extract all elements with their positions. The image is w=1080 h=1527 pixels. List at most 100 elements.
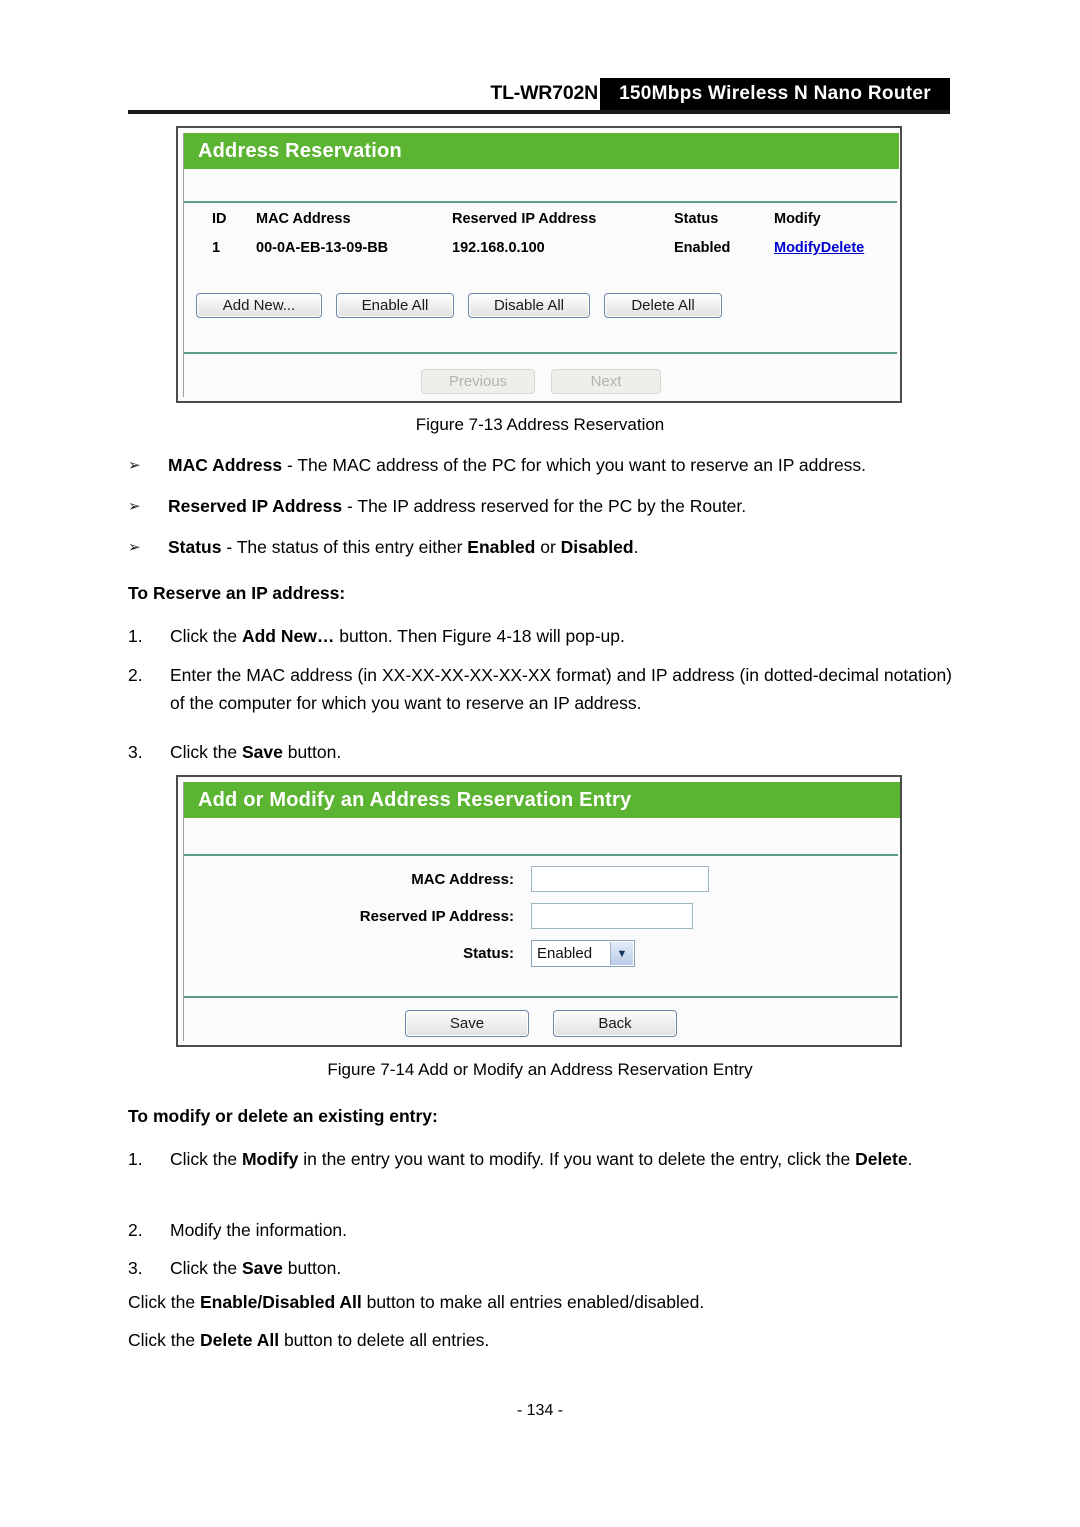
reserve-step-1-text: Click the Add New… button. Then Figure 4… xyxy=(170,622,952,650)
panel1-pagination: Previous Next xyxy=(184,369,898,394)
form-row-reserved-ip: Reserved IP Address: xyxy=(184,903,898,940)
closing-1-pre: Click the xyxy=(128,1330,200,1350)
header-divider-rule xyxy=(128,110,950,114)
panel1-button-row: Add New... Enable All Disable All Delete… xyxy=(196,293,722,318)
next-button[interactable]: Next xyxy=(551,369,661,394)
page-number: - 134 - xyxy=(516,1402,564,1419)
bullet-arrow-icon: ➢ xyxy=(128,539,141,556)
modify-step-2-text: Modify the information. xyxy=(170,1220,348,1240)
label-mac-address: MAC Address: xyxy=(411,871,514,888)
bullet-desc-mac: The MAC address of the PC for which you … xyxy=(297,455,867,475)
save-button[interactable]: Save xyxy=(405,1010,529,1037)
cell-status: Enabled xyxy=(674,240,731,256)
enable-all-button[interactable]: Enable All xyxy=(336,293,454,318)
cell-ip: 192.168.0.100 xyxy=(452,240,545,256)
bullet-status-text: Status - The status of this entry either… xyxy=(168,537,952,558)
bullet-mac-address-text: MAC Address - The MAC address of the PC … xyxy=(168,455,952,476)
header-product-banner: 150Mbps Wireless N Nano Router xyxy=(600,78,950,110)
previous-button[interactable]: Previous xyxy=(421,369,535,394)
reserve-step-3: 3. Click the Save button. xyxy=(128,738,952,766)
closing-paragraph-delete-all: Click the Delete All button to delete al… xyxy=(128,1330,952,1351)
section-heading-reserve-ip: To Reserve an IP address: xyxy=(128,583,346,603)
figure-7-14-caption: Figure 7-14 Add or Modify an Address Res… xyxy=(327,1060,753,1079)
bullet-status-post: . xyxy=(633,537,639,557)
bullet-sep-status: - xyxy=(221,537,237,557)
status-select[interactable]: Enabled ▼ xyxy=(531,940,635,967)
figure-7-13-caption: Figure 7-13 Address Reservation xyxy=(415,415,665,434)
modify-step-1-bold-modify: Modify xyxy=(241,1149,299,1169)
panel1-title: Address Reservation xyxy=(198,139,402,162)
modify-step-1-post: . xyxy=(907,1149,913,1169)
bullet-arrow-icon: ➢ xyxy=(128,457,141,474)
bullet-term-mac: MAC Address xyxy=(168,455,283,475)
bullet-term-status: Status xyxy=(168,537,222,557)
address-reservation-table: ID MAC Address Reserved IP Address Statu… xyxy=(184,211,898,269)
label-reserved-ip: Reserved IP Address: xyxy=(359,908,514,925)
bullet-sep-mac: - xyxy=(282,455,298,475)
column-header-ip: Reserved IP Address xyxy=(452,211,597,227)
panel1-title-bar: Address Reservation xyxy=(184,133,899,169)
reserve-step-1-pre: Click the xyxy=(170,626,242,646)
cell-modify-actions: ModifyDelete xyxy=(774,240,864,256)
column-header-status: Status xyxy=(674,211,719,227)
closing-1-bold: Delete All xyxy=(199,1330,280,1350)
closing-paragraph-enable-disable: Click the Enable/Disabled All button to … xyxy=(128,1292,952,1313)
bullet-status-enabled: Enabled xyxy=(467,537,536,557)
add-new-button[interactable]: Add New... xyxy=(196,293,322,318)
reserve-step-3-text: Click the Save button. xyxy=(170,738,952,766)
modify-step-1-text: Click the Modify in the entry you want t… xyxy=(170,1145,952,1173)
reserve-step-2: 2. Enter the MAC address (in XX-XX-XX-XX… xyxy=(128,661,952,718)
bullet-status: ➢ Status - The status of this entry eith… xyxy=(128,537,952,558)
panel1-rule-top xyxy=(184,201,897,203)
table-row: 1 00-0A-EB-13-09-BB 192.168.0.100 Enable… xyxy=(184,240,898,269)
add-modify-entry-screenshot: Add or Modify an Address Reservation Ent… xyxy=(176,775,902,1047)
modify-step-1-pre: Click the xyxy=(170,1149,242,1169)
modify-step-1: 1. Click the Modify in the entry you wan… xyxy=(128,1145,952,1173)
form-row-mac-address: MAC Address: xyxy=(184,866,898,903)
reserve-step-3-pre: Click the xyxy=(170,742,242,762)
modify-step-2-marker: 2. xyxy=(128,1220,143,1240)
modify-link[interactable]: Modify xyxy=(774,240,821,256)
label-status: Status: xyxy=(463,945,514,962)
disable-all-button[interactable]: Disable All xyxy=(468,293,590,318)
delete-link[interactable]: Delete xyxy=(821,240,865,256)
column-header-modify: Modify xyxy=(774,211,821,227)
modify-step-3: 3. Click the Save button. xyxy=(128,1254,952,1282)
back-button[interactable]: Back xyxy=(553,1010,677,1037)
bullet-desc-ip: The IP address reserved for the PC by th… xyxy=(357,496,747,516)
modify-step-3-pre: Click the xyxy=(170,1258,242,1278)
closing-0-bold: Enable/Disabled All xyxy=(199,1292,362,1312)
reserve-step-2-text: Enter the MAC address (in XX-XX-XX-XX-XX… xyxy=(170,665,952,714)
status-select-value: Enabled xyxy=(537,945,593,962)
bullet-mac-address: ➢ MAC Address - The MAC address of the P… xyxy=(128,455,952,476)
reserved-ip-input[interactable] xyxy=(531,903,693,929)
header-model-name: TL-WR702N xyxy=(490,82,598,104)
bullet-reserved-ip: ➢ Reserved IP Address - The IP address r… xyxy=(128,496,952,517)
reserve-step-3-marker: 3. xyxy=(128,742,143,762)
reserve-step-1-marker: 1. xyxy=(128,626,143,646)
section-heading-modify-delete: To modify or delete an existing entry: xyxy=(128,1106,438,1126)
column-header-mac: MAC Address xyxy=(256,211,351,227)
delete-all-button[interactable]: Delete All xyxy=(604,293,722,318)
reserve-step-1-bold: Add New… xyxy=(241,626,335,646)
bullet-reserved-ip-text: Reserved IP Address - The IP address res… xyxy=(168,496,952,517)
bullet-status-mid: or xyxy=(535,537,561,557)
modify-step-1-bold-delete: Delete xyxy=(855,1149,908,1169)
reserve-step-1: 1. Click the Add New… button. Then Figur… xyxy=(128,622,952,650)
address-reservation-screenshot: Address Reservation ID MAC Address Reser… xyxy=(176,126,902,403)
bullet-arrow-icon: ➢ xyxy=(128,498,141,515)
reserve-step-1-post: button. Then Figure 4-18 will pop-up. xyxy=(334,626,625,646)
panel2-button-row: Save Back xyxy=(184,1010,898,1037)
panel2-rule-top xyxy=(184,854,898,856)
panel1-inner: Address Reservation ID MAC Address Reser… xyxy=(183,133,899,397)
closing-0-post: button to make all entries enabled/disab… xyxy=(361,1292,705,1312)
reserve-step-3-bold: Save xyxy=(241,742,283,762)
mac-address-input[interactable] xyxy=(531,866,709,892)
chevron-down-icon: ▼ xyxy=(610,942,633,965)
modify-step-2: 2. Modify the information. xyxy=(128,1216,952,1244)
modify-step-3-post: button. xyxy=(282,1258,342,1278)
column-header-id: ID xyxy=(212,211,227,227)
address-reservation-form: MAC Address: Reserved IP Address: Status… xyxy=(184,866,898,977)
closing-1-post: button to delete all entries. xyxy=(279,1330,490,1350)
modify-step-3-bold: Save xyxy=(241,1258,283,1278)
